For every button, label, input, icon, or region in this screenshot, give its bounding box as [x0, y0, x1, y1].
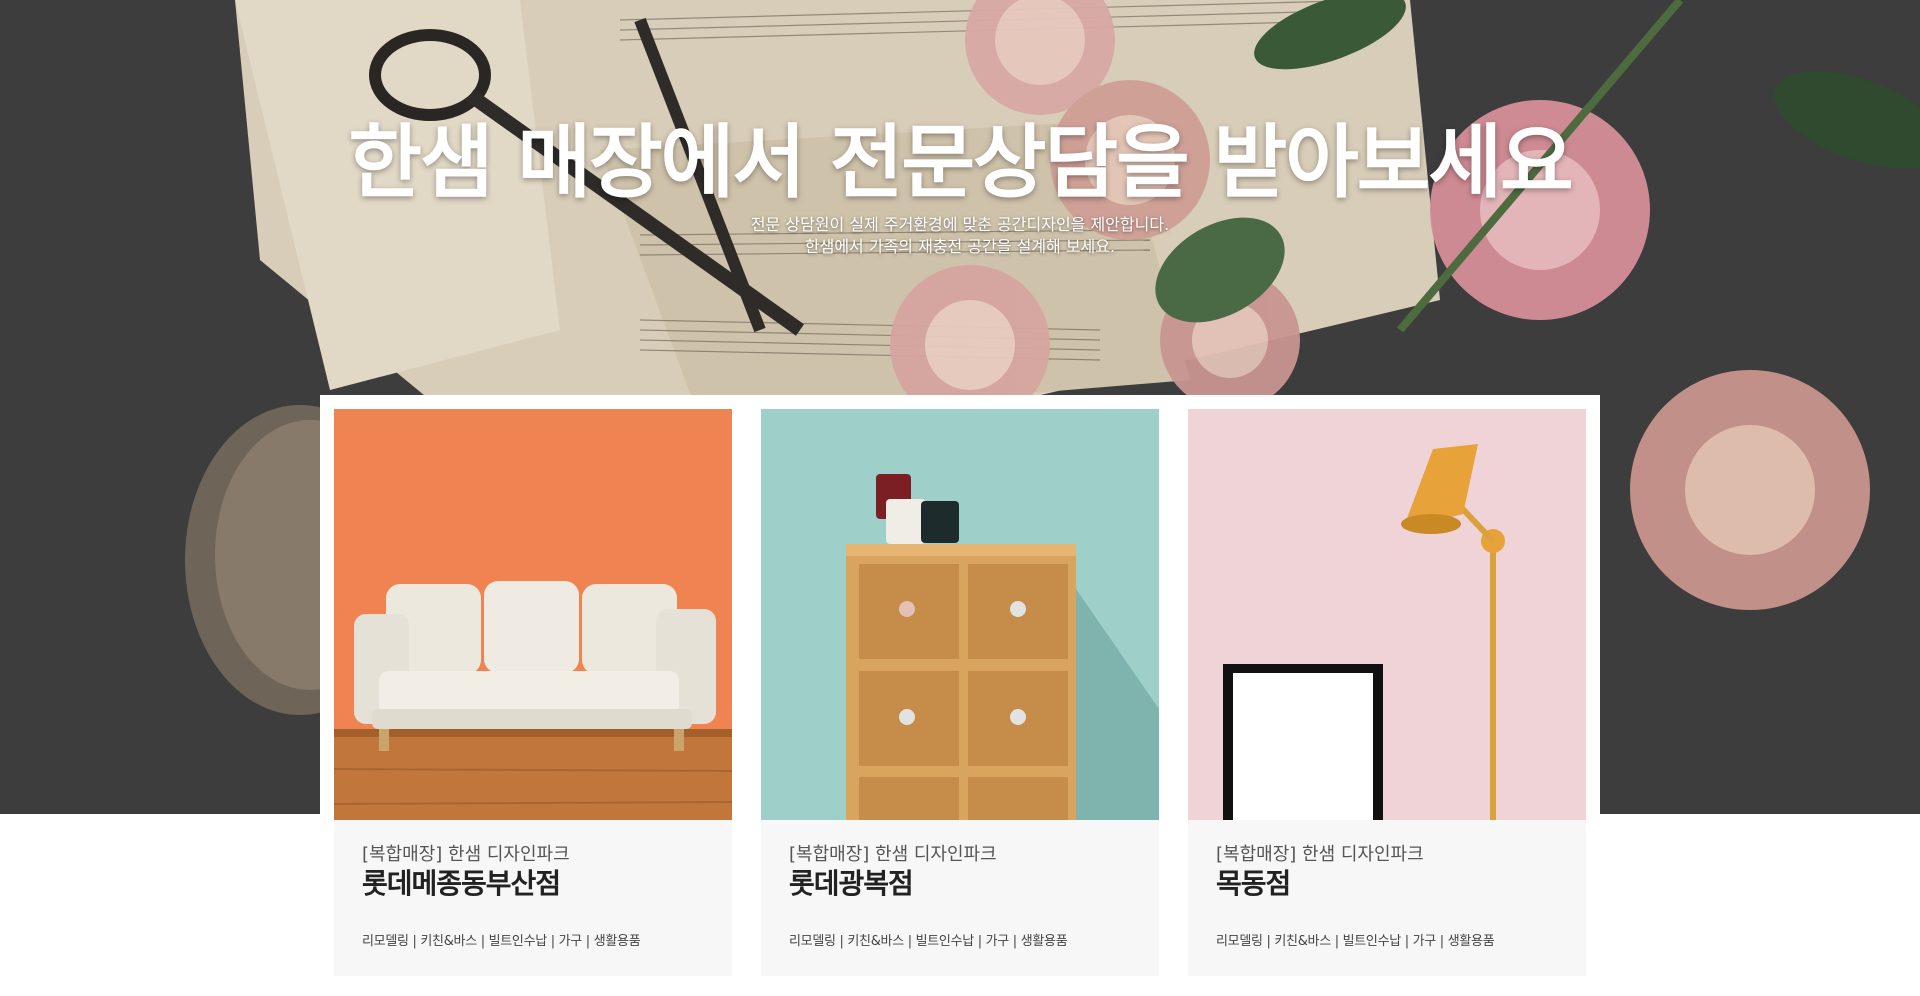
store-category: [복합매장] 한샘 디자인파크	[362, 844, 570, 865]
store-image-sofa	[334, 409, 732, 820]
hero-title: 한샘 매장에서 전문상담을 받아보세요	[348, 116, 1573, 209]
store-card-body: [복합매장] 한샘 디자인파크 롯데메종동부산점 리모델링 | 키친&바스 | …	[362, 844, 712, 949]
store-image-cabinet	[761, 409, 1159, 820]
store-card-body: [복합매장] 한샘 디자인파크 롯데광복점 리모델링 | 키친&바스 | 빌트인…	[789, 844, 1139, 949]
store-tags: 리모델링 | 키친&바스 | 빌트인수납 | 가구 | 생활용품	[362, 934, 641, 949]
store-card[interactable]: [복합매장] 한샘 디자인파크 롯데광복점 리모델링 | 키친&바스 | 빌트인…	[761, 409, 1159, 976]
store-name[interactable]: 롯데메종동부산점	[362, 866, 712, 902]
hero-subtitle: 전문 상담원이 실제 주거환경에 맞춘 공간디자인을 제안합니다. 한샘에서 가…	[0, 214, 1920, 258]
store-tags: 리모델링 | 키친&바스 | 빌트인수납 | 가구 | 생활용품	[789, 934, 1068, 949]
store-card-body: [복합매장] 한샘 디자인파크 목동점 리모델링 | 키친&바스 | 빌트인수납…	[1216, 844, 1566, 949]
store-card[interactable]: [복합매장] 한샘 디자인파크 롯데메종동부산점 리모델링 | 키친&바스 | …	[334, 409, 732, 976]
hero-subtitle-line1: 전문 상담원이 실제 주거환경에 맞춘 공간디자인을 제안합니다.	[750, 215, 1170, 234]
store-card[interactable]: [복합매장] 한샘 디자인파크 목동점 리모델링 | 키친&바스 | 빌트인수납…	[1188, 409, 1586, 976]
store-name[interactable]: 목동점	[1216, 866, 1566, 902]
store-name[interactable]: 롯데광복점	[789, 866, 1139, 902]
hero-subtitle-line2: 한샘에서 가족의 재충전 공간을 설계해 보세요.	[804, 237, 1116, 256]
store-image-lamp	[1188, 409, 1586, 820]
store-tags: 리모델링 | 키친&바스 | 빌트인수납 | 가구 | 생활용품	[1216, 934, 1495, 949]
store-cards-panel: [복합매장] 한샘 디자인파크 롯데메종동부산점 리모델링 | 키친&바스 | …	[320, 395, 1600, 985]
store-category: [복합매장] 한샘 디자인파크	[1216, 844, 1424, 865]
store-category: [복합매장] 한샘 디자인파크	[789, 844, 997, 865]
